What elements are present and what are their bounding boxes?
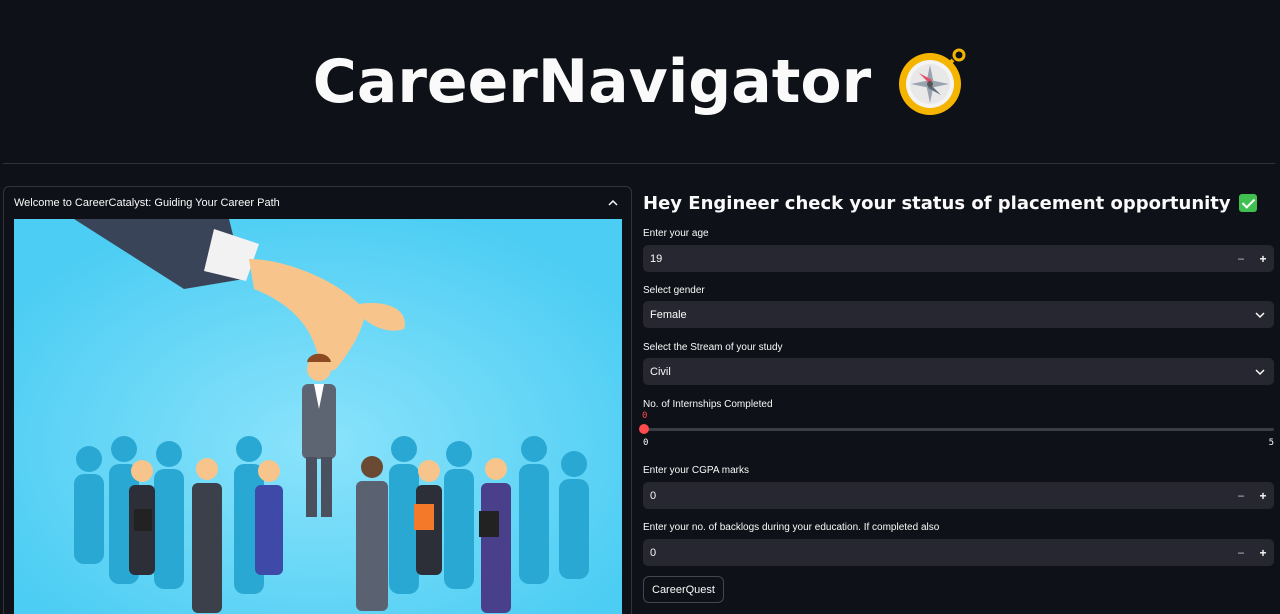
- chevron-down-icon[interactable]: [1254, 366, 1266, 378]
- backlogs-input[interactable]: 0 − +: [643, 539, 1274, 566]
- stream-label: Select the Stream of your study: [643, 342, 783, 353]
- internships-slider-thumb[interactable]: [639, 424, 649, 434]
- expander-title: Welcome to CareerCatalyst: Guiding Your …: [14, 197, 280, 209]
- age-increment-button[interactable]: +: [1252, 245, 1274, 272]
- gender-select[interactable]: Female: [643, 301, 1274, 328]
- cgpa-value[interactable]: 0: [643, 490, 1230, 502]
- form-heading-text: Hey Engineer check your status of placem…: [643, 192, 1231, 214]
- cgpa-label: Enter your CGPA marks: [643, 465, 749, 476]
- internships-label: No. of Internships Completed: [643, 399, 773, 410]
- gender-label: Select gender: [643, 285, 705, 296]
- age-input[interactable]: 19 − +: [643, 245, 1274, 272]
- expander-header[interactable]: Welcome to CareerCatalyst: Guiding Your …: [4, 187, 631, 219]
- backlogs-decrement-button[interactable]: −: [1230, 539, 1252, 566]
- cgpa-increment-button[interactable]: +: [1252, 482, 1274, 509]
- age-label: Enter your age: [643, 228, 709, 239]
- chevron-down-icon[interactable]: [1254, 309, 1266, 321]
- app-page: CareerNavigator Welcome to CareerCatalys…: [0, 0, 1280, 614]
- app-header: CareerNavigator: [0, 0, 1280, 163]
- hiring-illustration: [14, 219, 622, 614]
- internships-slider-track[interactable]: [643, 428, 1274, 431]
- gender-value[interactable]: Female: [643, 309, 1254, 321]
- form-heading: Hey Engineer check your status of placem…: [643, 186, 1274, 220]
- backlogs-value[interactable]: 0: [643, 547, 1230, 559]
- placement-form: Hey Engineer check your status of placem…: [639, 186, 1274, 603]
- age-decrement-button[interactable]: −: [1230, 245, 1252, 272]
- internships-slider-min: 0: [643, 438, 649, 448]
- chevron-up-icon[interactable]: [607, 197, 619, 209]
- backlogs-increment-button[interactable]: +: [1252, 539, 1274, 566]
- welcome-expander: Welcome to CareerCatalyst: Guiding Your …: [3, 186, 632, 614]
- backlogs-label: Enter your no. of backlogs during your e…: [643, 522, 940, 533]
- app-title: CareerNavigator: [312, 46, 872, 117]
- internships-slider-max: 5: [1268, 438, 1274, 448]
- check-mark-icon: [1238, 194, 1257, 212]
- stream-value[interactable]: Civil: [643, 366, 1254, 378]
- age-value[interactable]: 19: [643, 253, 1230, 265]
- internships-slider-value: 0: [642, 411, 648, 421]
- compass-icon: [899, 48, 966, 115]
- stream-select[interactable]: Civil: [643, 358, 1274, 385]
- cgpa-input[interactable]: 0 − +: [643, 482, 1274, 509]
- careerquest-button[interactable]: CareerQuest: [643, 576, 724, 603]
- header-divider: [3, 163, 1275, 164]
- cgpa-decrement-button[interactable]: −: [1230, 482, 1252, 509]
